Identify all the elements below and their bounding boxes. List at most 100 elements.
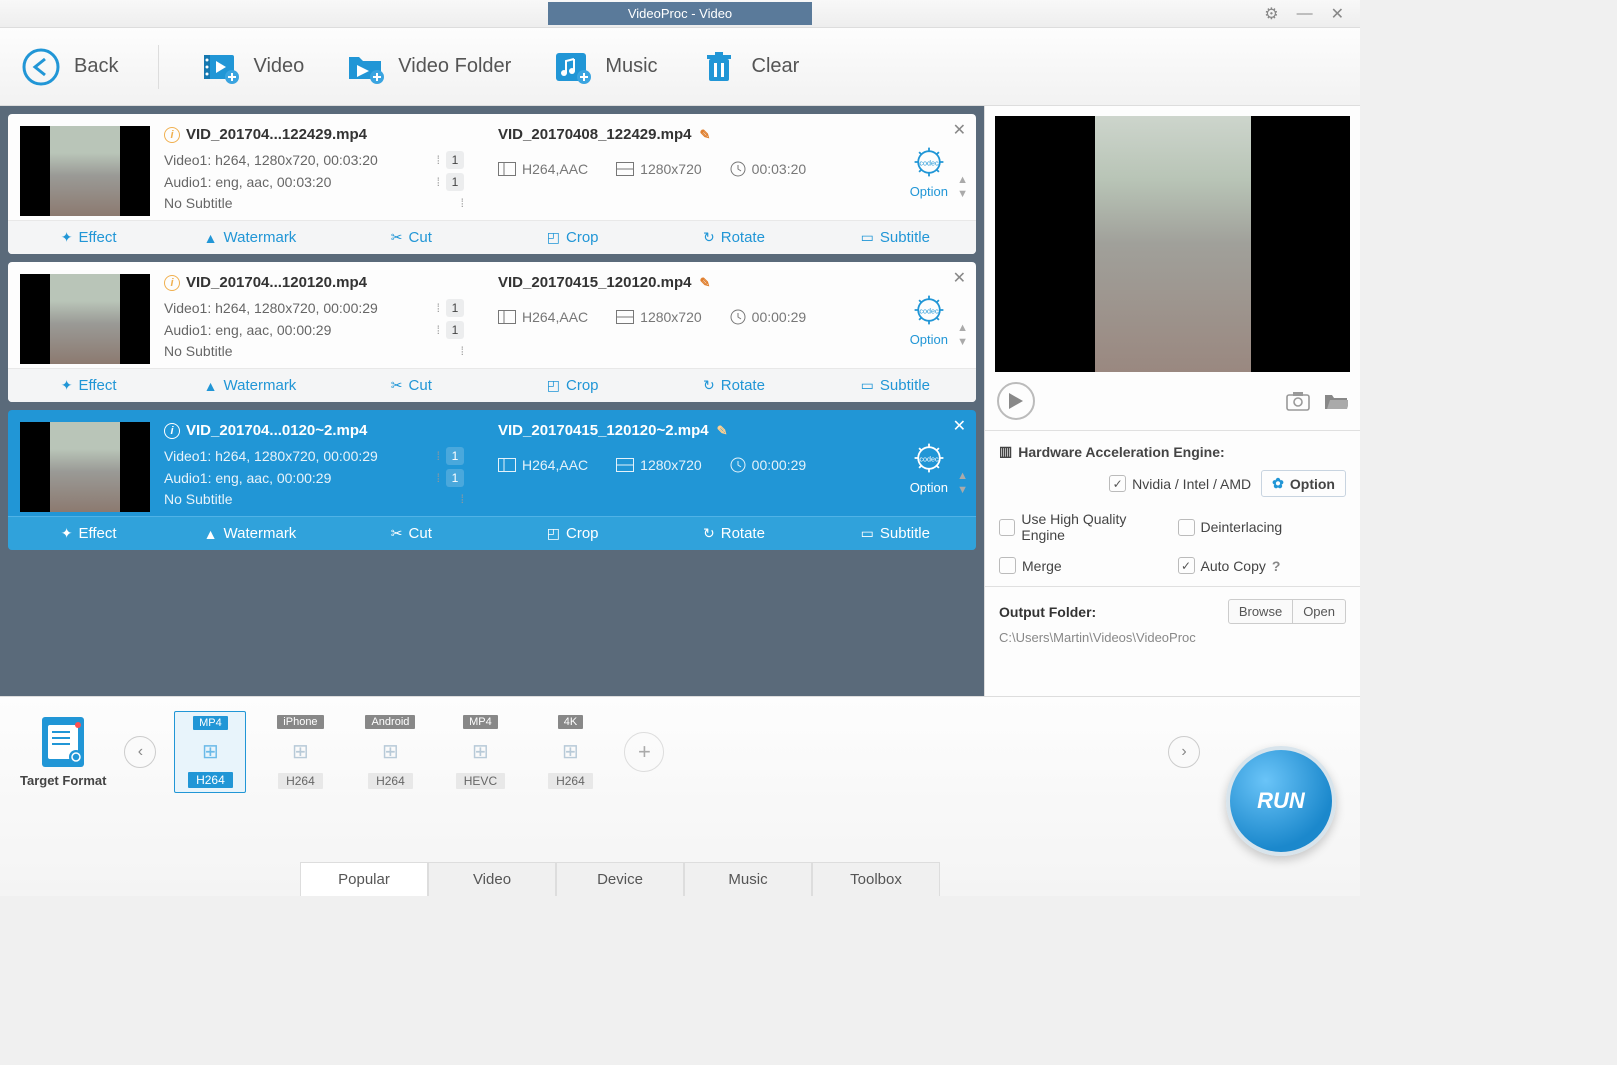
codec-spec: H264,AAC (498, 309, 588, 325)
subtitle-button[interactable]: ▭Subtitle (815, 369, 976, 402)
autocopy-checkbox[interactable]: Auto Copy ? (1178, 557, 1347, 574)
reorder-arrows[interactable]: ▲▼ (957, 174, 968, 200)
subtitle-stepper[interactable]: ⁞ (461, 344, 464, 358)
source-filename: VID_201704...0120~2.mp4 (186, 422, 367, 439)
category-tab[interactable]: Toolbox (812, 862, 940, 896)
run-button[interactable]: RUN (1226, 746, 1336, 856)
resolution-spec: 1280x720 (616, 309, 702, 325)
category-tab[interactable]: Device (556, 862, 684, 896)
film-icon: ⊞ (472, 739, 489, 764)
add-folder-button[interactable]: Video Folder (344, 46, 511, 88)
hq-engine-checkbox[interactable]: Use High Quality Engine (999, 511, 1168, 543)
deinterlace-checkbox[interactable]: Deinterlacing (1178, 511, 1347, 543)
add-music-button[interactable]: Music (551, 46, 657, 88)
effect-button[interactable]: ✦Effect (8, 221, 169, 254)
format-preset[interactable]: iPhone ⊞ H264 (264, 711, 336, 793)
titlebar: VideoProc - Video ⚙ — ✕ (0, 0, 1360, 28)
info-icon[interactable]: i (164, 127, 180, 143)
watermark-button[interactable]: ▲Watermark (169, 369, 330, 402)
subtitle-button[interactable]: ▭Subtitle (815, 221, 976, 254)
video-card[interactable]: ✕ ▲▼ iVID_201704...120120.mp4 Video1: h2… (8, 262, 976, 402)
effect-button[interactable]: ✦Effect (8, 517, 169, 550)
add-video-button[interactable]: Video (199, 46, 304, 88)
subtitle-stepper[interactable]: ⁞ (461, 492, 464, 506)
gear-icon: ✿ (1272, 475, 1284, 492)
video-track-stepper[interactable]: ⁞ 1 (437, 299, 464, 317)
format-add-button[interactable]: + (624, 732, 664, 772)
crop-button[interactable]: ◰Crop (492, 221, 653, 254)
format-preset[interactable]: Android ⊞ H264 (354, 711, 426, 793)
rotate-button[interactable]: ↻Rotate (653, 369, 814, 402)
video-track-info: Video1: h264, 1280x720, 00:03:20 (164, 152, 378, 168)
format-next-button[interactable]: › (1168, 736, 1200, 768)
merge-checkbox[interactable]: Merge (999, 557, 1168, 574)
svg-text:codec: codec (919, 454, 939, 463)
output-filename: VID_20170415_120120.mp4 (498, 274, 692, 291)
video-track-stepper[interactable]: ⁞ 1 (437, 447, 464, 465)
subtitle-button[interactable]: ▭Subtitle (815, 517, 976, 550)
open-button[interactable]: Open (1293, 599, 1346, 624)
effect-button[interactable]: ✦Effect (8, 369, 169, 402)
category-tab[interactable]: Music (684, 862, 812, 896)
format-preset[interactable]: MP4 ⊞ HEVC (444, 711, 516, 793)
trash-icon (698, 46, 740, 88)
snapshot-icon[interactable] (1286, 391, 1310, 411)
watermark-button[interactable]: ▲Watermark (169, 517, 330, 550)
rename-icon[interactable]: ✎ (700, 275, 711, 291)
card-close-button[interactable]: ✕ (953, 120, 966, 140)
open-folder-icon[interactable] (1324, 391, 1348, 411)
settings-icon[interactable]: ⚙ (1264, 4, 1278, 24)
watermark-button[interactable]: ▲Watermark (169, 221, 330, 254)
close-icon[interactable]: ✕ (1331, 4, 1344, 24)
subtitle-stepper[interactable]: ⁞ (461, 196, 464, 210)
category-tab[interactable]: Popular (300, 862, 428, 896)
card-close-button[interactable]: ✕ (953, 416, 966, 436)
rename-icon[interactable]: ✎ (700, 127, 711, 143)
video-track-stepper[interactable]: ⁞ 1 (437, 151, 464, 169)
minimize-icon[interactable]: — (1297, 5, 1313, 23)
audio-track-stepper[interactable]: ⁞ 1 (437, 321, 464, 339)
video-track-info: Video1: h264, 1280x720, 00:00:29 (164, 448, 378, 464)
duration-spec: 00:03:20 (730, 161, 807, 177)
reorder-arrows[interactable]: ▲▼ (957, 470, 968, 496)
cut-button[interactable]: ✂Cut (331, 221, 492, 254)
card-close-button[interactable]: ✕ (953, 268, 966, 288)
category-tab[interactable]: Video (428, 862, 556, 896)
film-icon: ⊞ (382, 739, 399, 764)
crop-button[interactable]: ◰Crop (492, 369, 653, 402)
format-preset[interactable]: MP4 ⊞ H264 (174, 711, 246, 793)
target-format-icon (42, 717, 84, 767)
hw-option-button[interactable]: ✿ Option (1261, 470, 1346, 497)
vendor-checkbox[interactable]: Nvidia / Intel / AMD (1109, 475, 1251, 492)
play-button[interactable] (997, 382, 1035, 420)
info-icon[interactable]: i (164, 423, 180, 439)
resolution-spec: 1280x720 (616, 161, 702, 177)
crop-button[interactable]: ◰Crop (492, 517, 653, 550)
video-card[interactable]: ✕ ▲▼ i VID_201704...122429.mp4 Video1: h2… (8, 114, 976, 254)
browse-button[interactable]: Browse (1228, 599, 1293, 624)
resolution-spec: 1280x720 (616, 457, 702, 473)
source-filename: VID_201704...122429.mp4 (186, 126, 367, 143)
svg-text:codec: codec (919, 306, 939, 315)
format-preset[interactable]: 4K ⊞ H264 (534, 711, 606, 793)
clear-button[interactable]: Clear (698, 46, 800, 88)
bottom-panel: Target Format ‹ MP4 ⊞ H264iPhone ⊞ H264A… (0, 696, 1360, 896)
cut-button[interactable]: ✂Cut (331, 369, 492, 402)
rotate-button[interactable]: ↻Rotate (653, 221, 814, 254)
film-icon: ⊞ (562, 739, 579, 764)
format-prev-button[interactable]: ‹ (124, 736, 156, 768)
subtitle-info: No Subtitle (164, 195, 232, 211)
audio-track-stepper[interactable]: ⁞ 1 (437, 173, 464, 191)
output-filename: VID_20170408_122429.mp4 (498, 126, 692, 143)
format-list: MP4 ⊞ H264iPhone ⊞ H264Android ⊞ H264MP4… (174, 711, 606, 793)
target-format-label: Target Format (20, 717, 106, 788)
cut-button[interactable]: ✂Cut (331, 517, 492, 550)
rename-icon[interactable]: ✎ (717, 423, 728, 439)
back-button[interactable]: Back (20, 46, 118, 88)
reorder-arrows[interactable]: ▲▼ (957, 322, 968, 348)
rotate-button[interactable]: ↻Rotate (653, 517, 814, 550)
audio-track-stepper[interactable]: ⁞ 1 (437, 469, 464, 487)
duration-spec: 00:00:29 (730, 457, 807, 473)
video-card[interactable]: ✕ ▲▼ i VID_201704...0120~2.mp4 Video1: h2… (8, 410, 976, 550)
info-icon[interactable]: i (164, 275, 180, 291)
